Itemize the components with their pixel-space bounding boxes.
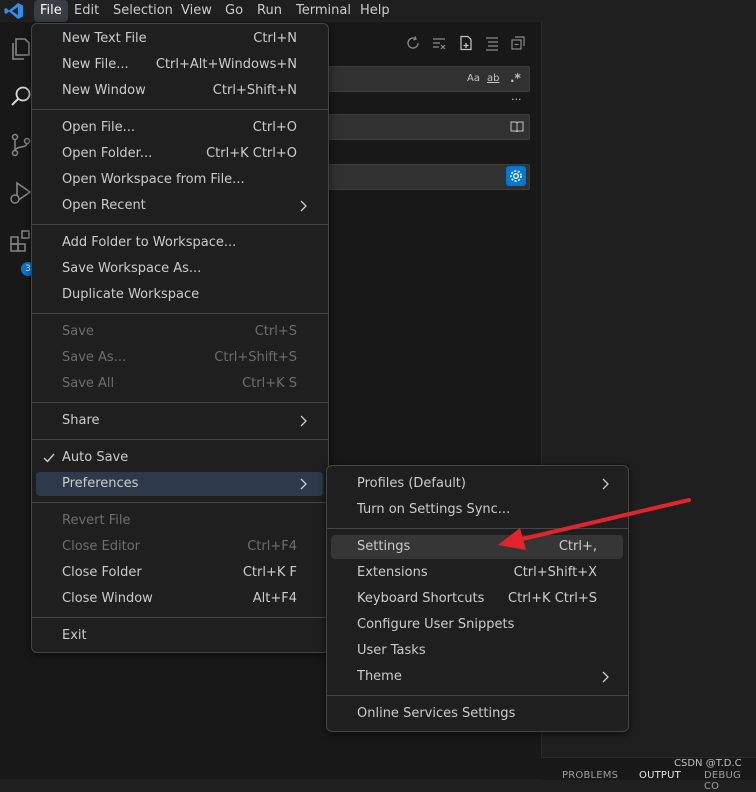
separator	[32, 617, 328, 618]
menu-item-save[interactable]: Save Ctrl+S	[36, 320, 323, 344]
menu-go[interactable]: Go	[219, 0, 249, 22]
separator	[32, 109, 328, 110]
chevron-right-icon	[602, 478, 609, 490]
tab-output[interactable]: OUTPUT	[639, 770, 681, 781]
menu-item-user-tasks[interactable]: User Tasks	[331, 639, 623, 663]
menu-item-save-as[interactable]: Save As... Ctrl+Shift+S	[36, 346, 323, 370]
refresh-icon[interactable]	[405, 35, 421, 51]
separator	[327, 695, 628, 696]
menu-edit[interactable]: Edit	[68, 0, 105, 22]
toggle-details-button[interactable]: ···	[511, 93, 522, 106]
separator	[32, 224, 328, 225]
menu-item-revert-file[interactable]: Revert File	[36, 509, 323, 533]
menu-item-open-folder[interactable]: Open Folder... Ctrl+K Ctrl+O	[36, 142, 323, 166]
menu-item-extensions[interactable]: Extensions Ctrl+Shift+X	[331, 561, 623, 585]
menu-item-preferences[interactable]: Preferences	[36, 472, 323, 496]
match-whole-word-toggle[interactable]: ab	[487, 73, 499, 84]
collapse-all-icon[interactable]	[510, 35, 526, 51]
menu-item-configure-user-snippets[interactable]: Configure User Snippets	[331, 613, 623, 637]
menu-view[interactable]: View	[175, 0, 218, 22]
menu-item-exit[interactable]: Exit	[36, 624, 323, 648]
annotation-arrow	[498, 498, 691, 550]
menu-item-close-folder[interactable]: Close Folder Ctrl+K F	[36, 561, 323, 585]
vscode-logo-icon[interactable]	[4, 2, 24, 20]
menu-item-online-services-settings[interactable]: Online Services Settings	[331, 702, 623, 726]
menu-item-open-workspace-from-file[interactable]: Open Workspace from File...	[36, 168, 323, 192]
chevron-right-icon	[300, 415, 307, 427]
menu-item-theme[interactable]: Theme	[331, 665, 623, 689]
file-menu: New Text File Ctrl+N New File... Ctrl+Al…	[31, 23, 329, 653]
chevron-right-icon	[602, 671, 609, 683]
clear-results-icon[interactable]	[431, 35, 447, 51]
tab-debug-console[interactable]: DEBUG CO	[704, 770, 756, 792]
tab-problems[interactable]: PROBLEMS	[562, 770, 618, 781]
menu-item-open-file[interactable]: Open File... Ctrl+O	[36, 116, 323, 140]
menu-item-close-window[interactable]: Close Window Alt+F4	[36, 587, 323, 611]
chevron-right-icon	[300, 200, 307, 212]
view-as-tree-icon[interactable]	[484, 35, 500, 51]
menu-item-save-workspace-as[interactable]: Save Workspace As...	[36, 257, 323, 281]
open-editors-only-icon[interactable]	[510, 121, 524, 132]
menu-item-auto-save[interactable]: Auto Save	[36, 446, 323, 470]
files-to-exclude-input[interactable]	[324, 164, 530, 190]
menu-item-keyboard-shortcuts[interactable]: Keyboard Shortcuts Ctrl+K Ctrl+S	[331, 587, 623, 611]
menu-run[interactable]: Run	[251, 0, 288, 22]
menu-item-duplicate-workspace[interactable]: Duplicate Workspace	[36, 283, 323, 307]
separator	[32, 402, 328, 403]
menu-item-new-text-file[interactable]: New Text File Ctrl+N	[36, 27, 323, 51]
gear-icon	[510, 170, 522, 182]
watermark: CSDN @T.D.C	[674, 758, 742, 769]
files-to-include-input[interactable]	[324, 114, 530, 140]
separator	[32, 502, 328, 503]
menu-terminal[interactable]: Terminal	[290, 0, 357, 22]
separator	[32, 313, 328, 314]
separator	[32, 439, 328, 440]
new-search-editor-icon[interactable]	[458, 35, 474, 51]
chevron-right-icon	[300, 478, 307, 490]
menu-file[interactable]: File	[34, 0, 68, 22]
menu-item-open-recent[interactable]: Open Recent	[36, 194, 323, 218]
menu-help[interactable]: Help	[354, 0, 396, 22]
menu-selection[interactable]: Selection	[107, 0, 179, 22]
regex-toggle[interactable]: .*	[510, 71, 521, 85]
menu-item-save-all[interactable]: Save All Ctrl+K S	[36, 372, 323, 396]
menu-item-close-editor[interactable]: Close Editor Ctrl+F4	[36, 535, 323, 559]
menubar: File Edit Selection View Go Run Terminal…	[0, 0, 756, 22]
use-exclude-settings-toggle[interactable]	[506, 166, 526, 186]
menu-item-add-folder-to-workspace[interactable]: Add Folder to Workspace...	[36, 231, 323, 255]
menu-item-share[interactable]: Share	[36, 409, 323, 433]
match-case-toggle[interactable]: Aa	[467, 73, 480, 84]
menu-item-new-window[interactable]: New Window Ctrl+Shift+N	[36, 79, 323, 103]
checkmark-icon	[43, 453, 55, 463]
menu-item-new-file[interactable]: New File... Ctrl+Alt+Windows+N	[36, 53, 323, 77]
